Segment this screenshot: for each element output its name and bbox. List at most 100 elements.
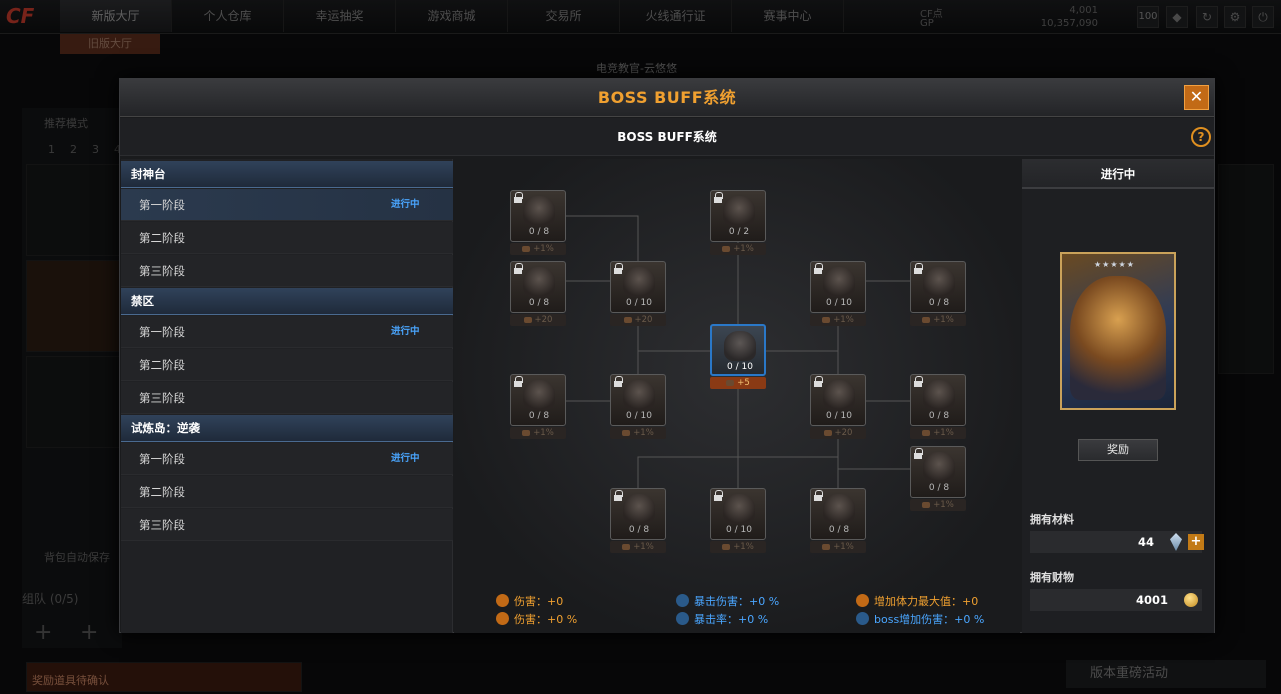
stat-text: boss增加伤害：+0 % (874, 613, 985, 626)
node-count: 0 / 8 (828, 525, 850, 535)
bonus-value: +20 (634, 315, 653, 325)
boss-portrait (523, 267, 555, 297)
stat-damage: 伤害：+0 (496, 593, 563, 609)
buff-node[interactable]: 0 / 10 +20 (610, 261, 666, 327)
stage-item[interactable]: 第三阶段 (121, 509, 453, 541)
stage-item[interactable]: 第二阶段 (121, 476, 453, 508)
stage-item[interactable]: 第一阶段 进行中 (121, 443, 453, 475)
node-bonus: +1% (910, 314, 966, 326)
boss-portrait (523, 196, 555, 226)
node-count: 0 / 10 (727, 362, 753, 372)
stage-item[interactable]: 第一阶段 进行中 (121, 316, 453, 348)
node-count: 0 / 8 (628, 525, 650, 535)
materials-box: 44 + (1030, 531, 1204, 553)
node-count: 0 / 10 (826, 298, 852, 308)
node-bonus: +1% (810, 541, 866, 553)
stage-label: 第一阶段 (139, 198, 185, 212)
wealth-value: 4001 (1135, 593, 1168, 607)
lock-icon (613, 263, 623, 275)
dialog-header: BOSS BUFF系统 ✕ (120, 79, 1214, 117)
boss-portrait (823, 267, 855, 297)
lock-icon (913, 448, 923, 460)
boss-portrait (523, 380, 555, 410)
stage-item[interactable]: 第一阶段 进行中 (121, 189, 453, 221)
stage-group-header[interactable]: 封神台 (121, 161, 453, 188)
stat-text: 暴击率：+0 % (694, 613, 769, 626)
stage-item[interactable]: 第二阶段 (121, 222, 453, 254)
reward-button[interactable]: 奖励 (1078, 439, 1158, 461)
buff-node[interactable]: 0 / 8 +1% (610, 488, 666, 554)
buff-node[interactable]: 0 / 10 +1% (810, 261, 866, 327)
stage-item[interactable]: 第三阶段 (121, 382, 453, 414)
stage-group-header[interactable]: 试炼岛：逆袭 (121, 415, 453, 442)
bonus-icon (922, 316, 931, 323)
stage-group-header[interactable]: 禁区 (121, 288, 453, 315)
dialog-subtitle: BOSS BUFF系统 (617, 130, 717, 144)
bonus-value: +1% (833, 315, 854, 325)
stage-status-badge: 进行中 (391, 326, 420, 337)
node-count: 0 / 8 (928, 483, 950, 493)
boss-card[interactable]: ★★★★★ (1060, 252, 1176, 410)
node-bonus: +1% (710, 243, 766, 255)
bonus-value: +1% (833, 542, 854, 552)
help-button[interactable]: ? (1191, 127, 1211, 147)
stat-max-hp: 增加体力最大值：+0 (856, 593, 978, 609)
boss-buff-dialog: BOSS BUFF系统 ✕ BOSS BUFF系统 ? 封神台 第一阶段 进行中… (119, 78, 1215, 633)
buff-node[interactable]: 0 / 8 +1% (910, 374, 966, 440)
buff-node[interactable]: 0 / 2 +1% (710, 190, 766, 256)
buff-node[interactable]: 0 / 8 +1% (810, 488, 866, 554)
boss-portrait (724, 331, 756, 361)
node-bonus: +5 (710, 377, 766, 389)
buff-node[interactable]: 0 / 8 +1% (910, 261, 966, 327)
crit-rate-icon (676, 612, 689, 625)
node-count: 0 / 10 (626, 411, 652, 421)
node-bonus: +1% (910, 427, 966, 439)
buff-node[interactable]: 0 / 10 +1% (610, 374, 666, 440)
stage-label: 第三阶段 (139, 391, 185, 405)
bonus-icon (922, 501, 931, 508)
bonus-value: +20 (534, 315, 553, 325)
node-count: 0 / 8 (928, 298, 950, 308)
bonus-value: +1% (633, 428, 654, 438)
node-bonus: +1% (510, 243, 566, 255)
bonus-icon (522, 429, 531, 436)
lock-icon (513, 376, 523, 388)
stage-item[interactable]: 第三阶段 (121, 255, 453, 287)
lock-icon (513, 192, 523, 204)
lock-icon (813, 263, 823, 275)
coin-icon (1184, 593, 1198, 607)
buff-node-active[interactable]: 0 / 10 +5 (710, 324, 766, 390)
bonus-value: +1% (533, 244, 554, 254)
boss-stars: ★★★★★ (1094, 260, 1135, 269)
bonus-icon (922, 429, 931, 436)
buff-node[interactable]: 0 / 8 +1% (510, 374, 566, 440)
node-bonus: +1% (710, 541, 766, 553)
lock-icon (613, 490, 623, 502)
stat-crit-rate: 暴击率：+0 % (676, 611, 768, 627)
stat-text: 伤害：+0 (514, 595, 564, 608)
damage-icon (496, 594, 509, 607)
buff-node[interactable]: 0 / 10 +20 (810, 374, 866, 440)
lock-icon (713, 192, 723, 204)
buff-node[interactable]: 0 / 8 +1% (910, 446, 966, 512)
node-bonus: +1% (810, 314, 866, 326)
node-bonus: +1% (510, 427, 566, 439)
add-materials-button[interactable]: + (1188, 534, 1204, 550)
buff-node[interactable]: 0 / 8 +20 (510, 261, 566, 327)
boss-portrait (923, 267, 955, 297)
stage-label: 第一阶段 (139, 452, 185, 466)
stat-boss-damage: boss增加伤害：+0 % (856, 611, 984, 627)
node-count: 0 / 10 (826, 411, 852, 421)
bonus-icon (822, 316, 831, 323)
boss-portrait (823, 494, 855, 524)
node-bonus: +20 (610, 314, 666, 326)
boss-portrait (723, 196, 755, 226)
buff-node[interactable]: 0 / 10 +1% (710, 488, 766, 554)
stage-item[interactable]: 第二阶段 (121, 349, 453, 381)
bonus-value: +20 (834, 428, 853, 438)
close-button[interactable]: ✕ (1184, 85, 1209, 110)
dialog-title: BOSS BUFF系统 (597, 88, 737, 107)
boss-portrait (623, 494, 655, 524)
buff-node[interactable]: 0 / 8 +1% (510, 190, 566, 256)
stat-text: 伤害：+0 % (514, 613, 578, 626)
